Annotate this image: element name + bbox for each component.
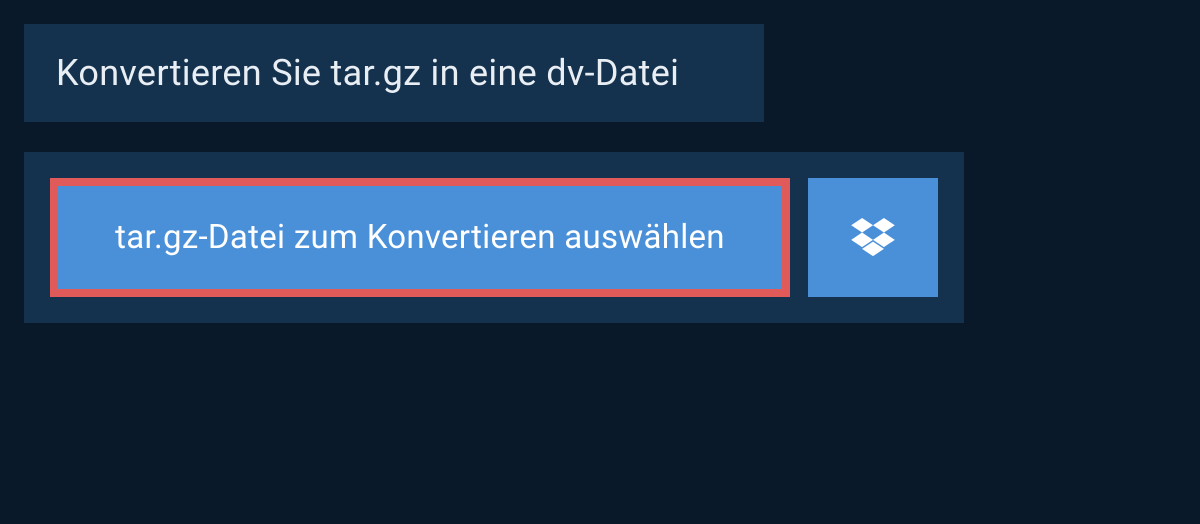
select-file-button[interactable]: tar.gz-Datei zum Konvertieren auswählen <box>50 178 790 297</box>
select-file-button-label: tar.gz-Datei zum Konvertieren auswählen <box>115 218 725 257</box>
upload-section: tar.gz-Datei zum Konvertieren auswählen <box>24 152 964 323</box>
dropbox-icon <box>851 218 895 258</box>
dropbox-button[interactable] <box>808 178 938 297</box>
page-title: Konvertieren Sie tar.gz in eine dv-Datei <box>56 52 732 94</box>
header-bar: Konvertieren Sie tar.gz in eine dv-Datei <box>24 24 764 122</box>
main-container: Konvertieren Sie tar.gz in eine dv-Datei… <box>0 24 1200 323</box>
